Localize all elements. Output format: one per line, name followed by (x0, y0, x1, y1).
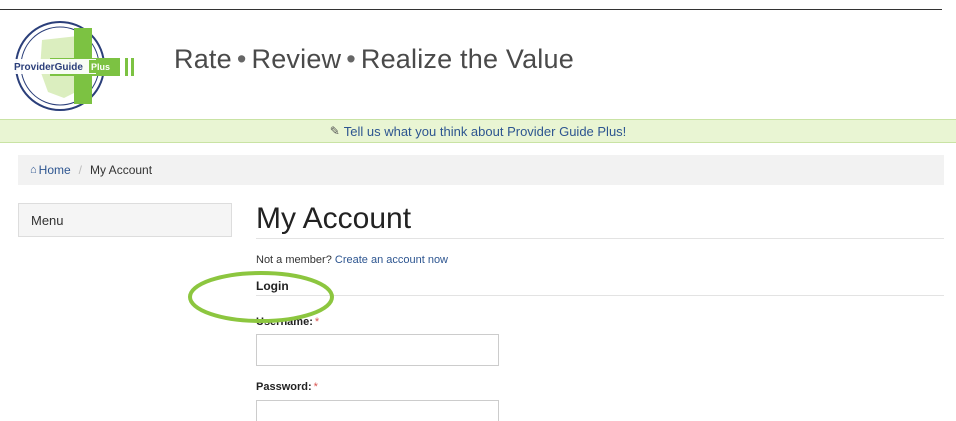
edit-icon: ✎ (329, 124, 340, 138)
tagline-realize: Realize the Value (360, 44, 574, 74)
feedback-banner-text[interactable]: Tell us what you think about Provider Gu… (344, 124, 627, 139)
required-marker: * (313, 381, 318, 393)
password-input[interactable] (256, 400, 499, 421)
breadcrumb-separator: / (78, 163, 83, 177)
sidebar-menu-label: Menu (31, 212, 64, 228)
main-content: My Account (256, 200, 944, 239)
home-icon[interactable]: ⌂ (30, 164, 37, 176)
tagline-separator: • (236, 44, 247, 74)
create-account-link[interactable]: Create an account now (335, 254, 448, 266)
username-label-text: Username: (256, 316, 313, 328)
logo-plus-text: Plus (91, 62, 110, 72)
username-label: Username: * (256, 316, 319, 328)
breadcrumb-home-link[interactable]: Home (39, 163, 71, 177)
tagline-review: Review (251, 44, 342, 74)
breadcrumb-current: My Account (90, 163, 153, 177)
login-heading: Login (256, 279, 289, 293)
signup-prefix: Not a member? (256, 254, 332, 266)
provider-guide-plus-logo[interactable]: ProviderGuide Plus (12, 18, 154, 114)
tagline-separator: • (346, 44, 356, 74)
breadcrumb: ⌂ Home / My Account (18, 155, 944, 185)
signup-prompt: Not a member? Create an account now (256, 254, 448, 266)
site-tagline: Rate • Review • Realize the Value (174, 44, 574, 75)
feedback-banner[interactable]: ✎ Tell us what you think about Provider … (0, 119, 956, 143)
sidebar-menu-toggle[interactable]: Menu (18, 203, 232, 237)
page-title: My Account (256, 202, 412, 235)
required-marker: * (314, 316, 320, 328)
tagline-rate: Rate (174, 44, 232, 74)
logo-wordmark: ProviderGuide (14, 62, 83, 73)
username-input[interactable] (256, 334, 499, 366)
password-label-text: Password: (256, 381, 312, 393)
login-divider (256, 295, 944, 296)
title-divider (256, 238, 944, 239)
top-rule (0, 9, 942, 10)
password-label: Password: * (256, 381, 318, 393)
